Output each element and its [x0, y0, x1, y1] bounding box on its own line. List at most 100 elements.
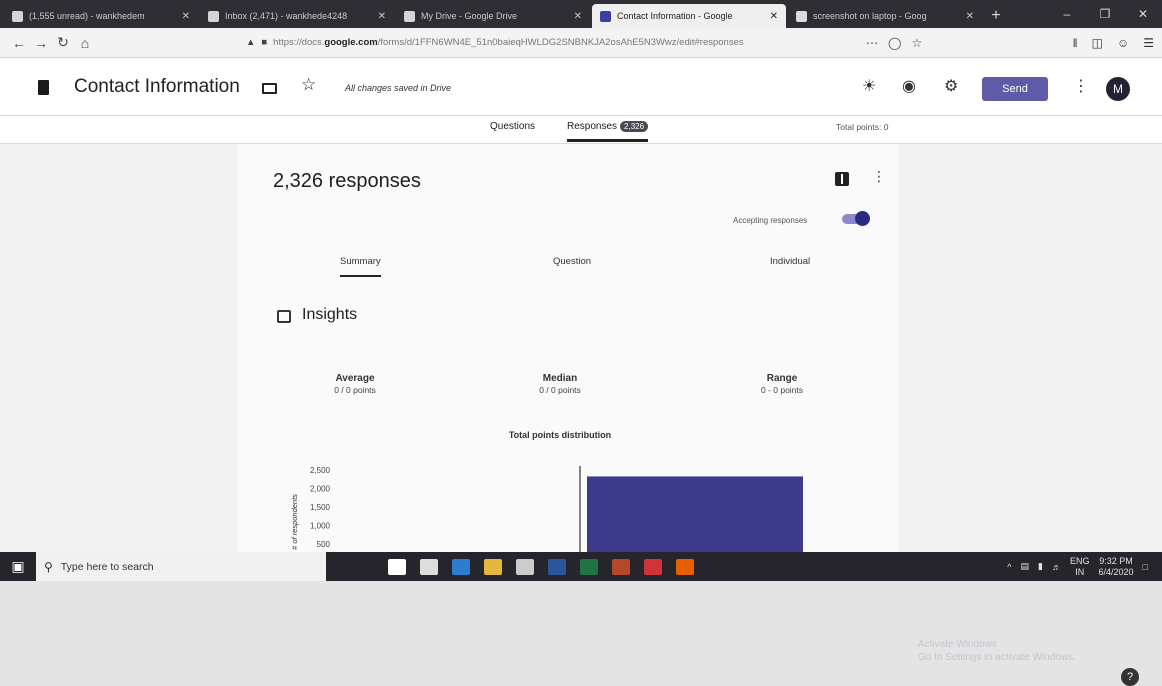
preview-eye-icon[interactable]: ◉: [902, 76, 916, 96]
avatar[interactable]: M: [1106, 77, 1130, 101]
responses-card: 2,326 responses ⋮ Accepting responses Su…: [238, 144, 898, 552]
toggle-knob: [855, 211, 870, 226]
forms-logo-icon[interactable]: [38, 80, 49, 95]
subtab-individual[interactable]: Individual: [770, 256, 810, 267]
url-path: /forms/d/1FFN6WN4E_51n0baieqHWLDG2SNBNKJ…: [377, 37, 744, 48]
taskbar-app-icon[interactable]: [516, 558, 534, 575]
y-tick-label: 500: [317, 540, 331, 549]
tab-close-icon[interactable]: ✕: [966, 11, 974, 22]
palette-icon[interactable]: ☀: [862, 76, 876, 96]
close-icon[interactable]: ✕: [1124, 7, 1162, 21]
browser-nav-bar: ← → ↻ ⌂ ▲ ■ https://docs. google.com/form…: [0, 28, 1162, 58]
window-controls: – ❐ ✕: [1048, 0, 1162, 28]
taskbar-app-icon[interactable]: [548, 558, 566, 575]
windows-start-icon[interactable]: ▣: [0, 552, 36, 581]
library-icon[interactable]: ‖: [1073, 36, 1078, 50]
stat-average: Average 0 / 0 points: [295, 373, 415, 395]
stat-range: Range 0 - 0 points: [722, 373, 842, 395]
more-options-icon[interactable]: ⋮: [1073, 76, 1089, 96]
tab-close-icon[interactable]: ✕: [378, 11, 386, 22]
browser-tab[interactable]: My Drive - Google Drive ✕: [396, 4, 590, 28]
subtab-summary[interactable]: Summary: [340, 256, 381, 277]
tab-close-icon[interactable]: ✕: [574, 11, 582, 22]
tab-responses[interactable]: Responses 2,326: [567, 121, 649, 142]
browser-toolbar-right: ‖ ◫ ☺ ☰: [1073, 36, 1154, 50]
lock-icon: ■: [261, 37, 268, 48]
network-icon[interactable]: ▤: [1021, 561, 1030, 572]
url-bar[interactable]: ▲ ■ https://docs. google.com/forms/d/1FFN…: [246, 32, 856, 54]
chart-title: Total points distribution: [508, 430, 612, 440]
activate-windows-watermark: Activate Windows Go to Settings to activ…: [918, 638, 1076, 664]
form-title[interactable]: Contact Information: [74, 76, 240, 98]
subtab-question[interactable]: Question: [553, 256, 591, 267]
tab-favicon-icon: [12, 10, 23, 22]
browser-tab-title: (1,555 unread) - wankhedem: [29, 11, 145, 21]
back-icon[interactable]: ←: [8, 35, 30, 51]
responses-more-icon[interactable]: ⋮: [872, 168, 886, 185]
taskbar-app-icon[interactable]: [644, 558, 662, 575]
tray-chevron-icon[interactable]: ^: [1007, 562, 1011, 572]
help-icon[interactable]: ?: [1121, 668, 1139, 686]
battery-icon[interactable]: ▮: [1038, 561, 1043, 572]
tab-close-icon[interactable]: ✕: [770, 11, 778, 22]
page-actions-icon[interactable]: ⋯: [866, 36, 878, 50]
folder-icon[interactable]: [262, 83, 277, 94]
taskbar-app-icon[interactable]: [388, 558, 406, 575]
reload-icon[interactable]: ↻: [52, 34, 74, 51]
send-button[interactable]: Send: [982, 77, 1048, 101]
maximize-icon[interactable]: ❐: [1086, 7, 1124, 21]
spreadsheet-icon[interactable]: [835, 172, 849, 186]
search-icon: ⚲: [44, 559, 53, 574]
url-domain: google.com: [324, 37, 378, 48]
home-icon[interactable]: ⌂: [74, 35, 96, 51]
stat-median-value: 0 / 0 points: [539, 385, 581, 395]
browser-tab[interactable]: Contact Information - Google ✕: [592, 4, 786, 28]
clock-date: 6/4/2020: [1098, 566, 1134, 577]
language-indicator[interactable]: ENG IN: [1070, 556, 1090, 578]
browser-tab-title: Inbox (2,471) - wankhede4248: [225, 11, 348, 21]
menu-icon[interactable]: ☰: [1143, 36, 1154, 50]
responses-count-badge: 2,326: [620, 121, 649, 132]
forward-icon[interactable]: →: [30, 35, 52, 51]
taskbar-app-icon[interactable]: [420, 558, 438, 575]
accepting-responses-toggle[interactable]: [842, 211, 870, 226]
total-points: Total points: 0: [836, 122, 889, 132]
lang-code: ENG: [1070, 555, 1090, 566]
pocket-icon[interactable]: ◯: [888, 36, 901, 50]
account-icon[interactable]: ☺: [1117, 36, 1129, 50]
activate-windows-line1: Activate Windows: [918, 639, 997, 650]
system-tray: ^ ▤ ▮ ♬ ENG IN 9:32 PM 6/4/2020 □: [1007, 556, 1162, 578]
taskbar-app-icon[interactable]: [676, 558, 694, 575]
insights-title: Insights: [302, 306, 358, 323]
points-distribution-chart: 2,500 2,000 1,500 1,000 500 # of respondents: [290, 466, 803, 552]
clock[interactable]: 9:32 PM 6/4/2020: [1099, 556, 1134, 578]
tab-questions[interactable]: Questions: [490, 121, 535, 132]
stat-range-value: 0 - 0 points: [760, 385, 804, 395]
volume-icon[interactable]: ♬: [1052, 562, 1061, 572]
star-icon[interactable]: ☆: [301, 75, 316, 95]
browser-tab-title: My Drive - Google Drive: [421, 11, 518, 21]
taskbar-search-box[interactable]: ⚲ Type here to search: [36, 552, 326, 581]
tab-favicon-icon: [404, 10, 415, 22]
minimize-icon[interactable]: –: [1048, 7, 1086, 21]
tab-close-icon[interactable]: ✕: [182, 11, 190, 22]
taskbar-app-icon[interactable]: [612, 558, 630, 575]
sidebar-icon[interactable]: ◫: [1092, 36, 1103, 50]
accepting-responses-label: Accepting responses: [733, 216, 808, 225]
tab-favicon-icon: [600, 10, 611, 22]
save-status: All changes saved in Drive: [345, 83, 452, 93]
taskbar-app-icon[interactable]: [484, 558, 502, 575]
bookmark-star-icon[interactable]: ☆: [911, 36, 922, 50]
stat-range-label: Range: [766, 373, 798, 384]
browser-tab[interactable]: Inbox (2,471) - wankhede4248 ✕: [200, 4, 394, 28]
new-tab-button[interactable]: +: [984, 4, 1008, 28]
taskbar-search-placeholder: Type here to search: [60, 560, 154, 573]
browser-tab[interactable]: screenshot on laptop - Goog ✕: [788, 4, 982, 28]
form-header: Contact Information ☆ All changes saved …: [0, 58, 1162, 116]
y-tick-label: 1,000: [310, 522, 331, 531]
browser-tab[interactable]: (1,555 unread) - wankhedem ✕: [4, 4, 198, 28]
taskbar-app-icon[interactable]: [452, 558, 470, 575]
notifications-icon[interactable]: □: [1143, 562, 1148, 572]
taskbar-app-icon[interactable]: [580, 558, 598, 575]
settings-gear-icon[interactable]: ⚙: [944, 76, 958, 96]
